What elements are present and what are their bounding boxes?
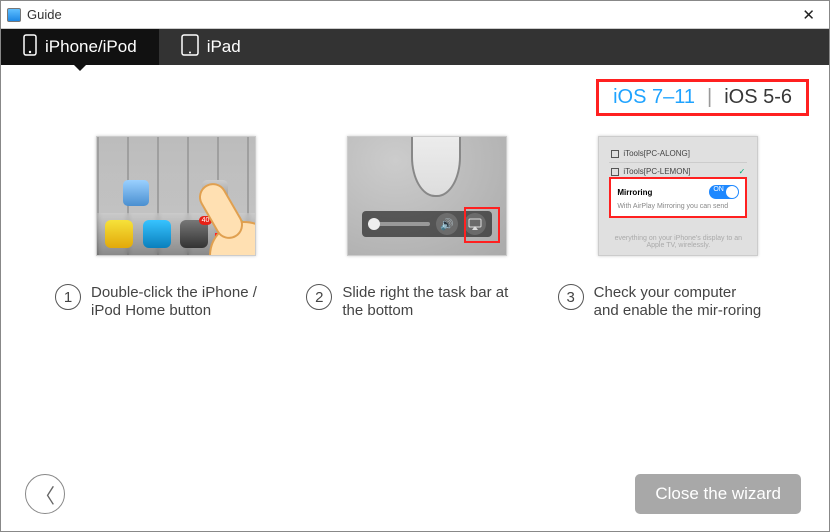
airplay-highlight-box xyxy=(464,207,500,243)
mirroring-postnote: everything on your iPhone's display to a… xyxy=(613,235,743,249)
step-1-thumbnail: 40 xyxy=(96,136,256,256)
step-2-thumbnail: 🔊 xyxy=(347,136,507,256)
check-icon: ✓ xyxy=(739,167,746,176)
ios-version-row: iOS 7–11 | iOS 5-6 xyxy=(1,65,829,116)
close-wizard-button[interactable]: Close the wizard xyxy=(635,474,801,514)
window-title: Guide xyxy=(27,7,62,22)
window-titlebar: Guide ✕ xyxy=(1,1,829,29)
dock-app-itools xyxy=(143,220,171,248)
step-3: iTools[PC-ALONG] iTools[PC-LEMON] ✓ Mirr… xyxy=(558,136,799,457)
wizard-footer: 〈 Close the wizard xyxy=(1,457,829,531)
checkbox-icon xyxy=(611,150,619,158)
airplay-device-2: iTools[PC-LEMON] xyxy=(623,167,690,176)
step-1-text: Double-click the iPhone / iPod Home butt… xyxy=(91,284,261,321)
step-3-thumbnail: iTools[PC-ALONG] iTools[PC-LEMON] ✓ Mirr… xyxy=(598,136,758,256)
mirroring-highlight-box: Mirroring With AirPlay Mirroring you can… xyxy=(609,177,747,218)
step-2-text: Slide right the task bar at the bottom xyxy=(342,284,512,321)
checkbox-icon xyxy=(611,168,619,176)
tab-ipad-label: iPad xyxy=(207,37,241,57)
ios-version-active[interactable]: iOS 7–11 xyxy=(613,86,695,109)
step-2: 🔊 2 Slide right the task bar at the bott… xyxy=(306,136,547,457)
mail-app-icon xyxy=(123,180,149,206)
airplay-device-1: iTools[PC-ALONG] xyxy=(623,149,690,158)
pointing-hand-icon xyxy=(175,175,256,256)
chevron-left-icon: 〈 xyxy=(35,480,55,509)
ios-version-inactive[interactable]: iOS 5-6 xyxy=(724,86,792,109)
ipad-icon xyxy=(181,34,199,61)
back-button[interactable]: 〈 xyxy=(25,474,65,514)
tab-iphone-ipod-label: iPhone/iPod xyxy=(45,37,137,57)
iphone-icon xyxy=(23,34,37,61)
step-1-number: 1 xyxy=(55,284,81,310)
step-1: 40 1 Double-click the iPhone / iPod Home… xyxy=(55,136,296,457)
dock-app-qq xyxy=(105,220,133,248)
tab-ipad[interactable]: iPad xyxy=(159,29,263,65)
airplay-device-row: iTools[PC-ALONG] xyxy=(609,145,747,163)
step-3-number: 3 xyxy=(558,284,584,310)
window-close-button[interactable]: ✕ xyxy=(796,4,821,26)
mirroring-toggle xyxy=(709,185,739,199)
ios-version-highlight-box: iOS 7–11 | iOS 5-6 xyxy=(596,79,809,116)
ios-version-separator: | xyxy=(707,86,712,109)
device-tabs: iPhone/iPod iPad xyxy=(1,29,829,65)
mirroring-label: Mirroring xyxy=(617,188,652,197)
step-2-number: 2 xyxy=(306,284,332,310)
tab-iphone-ipod[interactable]: iPhone/iPod xyxy=(1,29,159,65)
brightness-slider xyxy=(368,222,430,226)
mirroring-note: With AirPlay Mirroring you can send xyxy=(617,203,739,210)
step-3-text: Check your computer and enable the mir-r… xyxy=(594,284,764,321)
volume-icon: 🔊 xyxy=(436,213,458,235)
app-icon xyxy=(7,8,21,22)
guide-steps: 40 1 Double-click the iPhone / iPod Home… xyxy=(1,116,829,457)
